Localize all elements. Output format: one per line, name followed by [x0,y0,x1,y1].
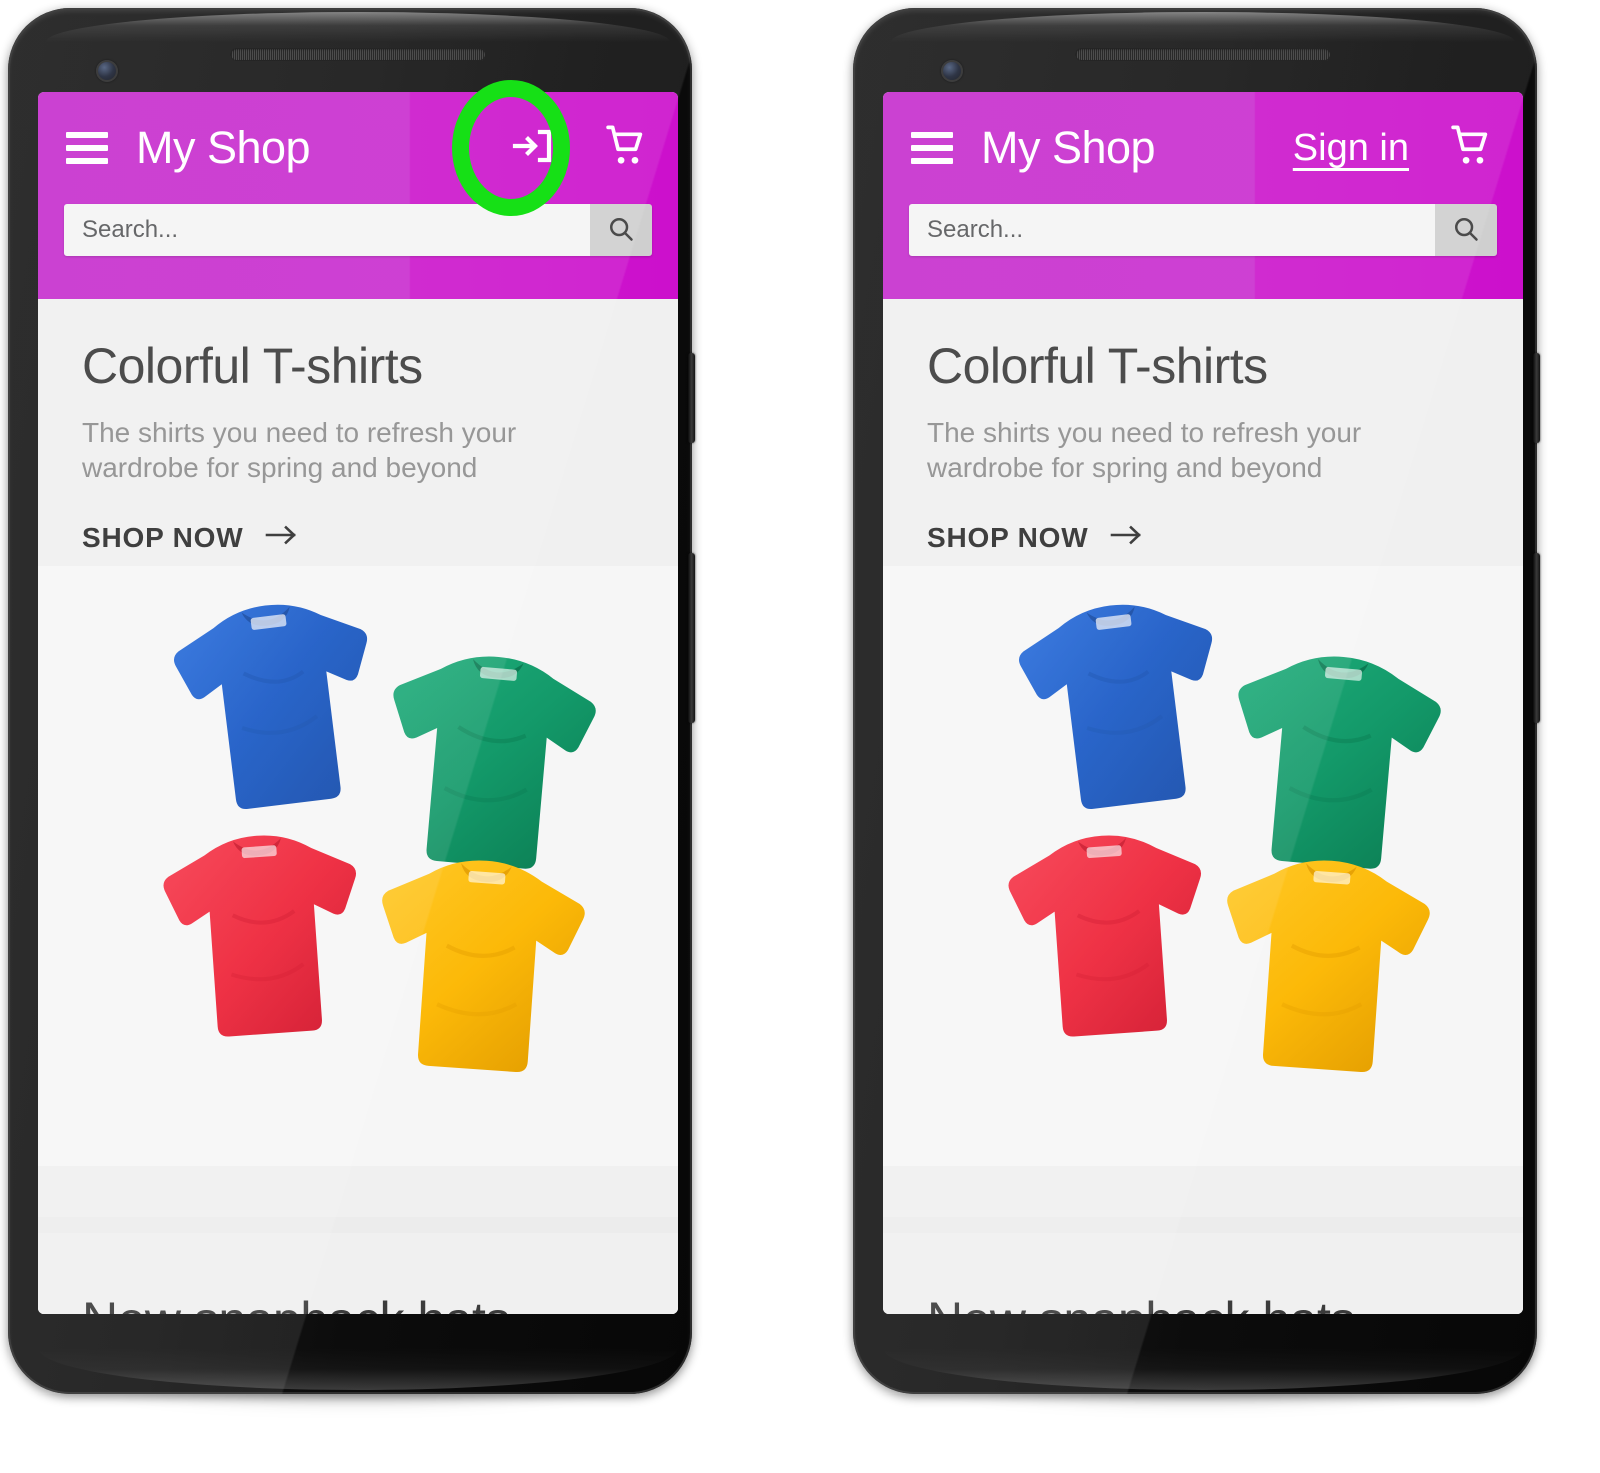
arrow-right-icon [265,521,299,554]
hero-subtitle: The shirts you need to refresh your ward… [82,417,517,483]
hero-product-image [883,566,1523,1167]
device-rim-bottom [38,1348,678,1390]
search-input[interactable] [909,204,1435,256]
shopping-cart-button[interactable] [1439,117,1501,179]
shop-now-label: SHOP NOW [927,521,1089,553]
shopping-cart-icon [599,120,651,177]
phone-screen-right: My Shop Sign in Search... Colorful T-shi… [883,92,1523,1314]
volume-rocker-button[interactable] [1533,553,1540,723]
search-icon [606,214,636,247]
shopping-cart-button[interactable] [594,117,656,179]
snapback-title: New snapback hats [927,1291,1479,1314]
search-submit-button[interactable] [590,204,652,256]
arrow-right-icon [1110,521,1144,554]
phone-device-right: My Shop Sign in Search... Colorful T-shi… [845,8,1553,1448]
app-title: My Shop [136,122,311,173]
hero-product-image [38,566,678,1167]
sign-in-button[interactable] [498,113,568,183]
device-rim-top [891,12,1515,42]
hamburger-menu-icon[interactable] [66,132,108,164]
earpiece-speaker-grille [230,48,486,61]
page-content: Colorful T-shirts The shirts you need to… [38,299,678,1314]
search-input[interactable] [64,204,590,256]
front-camera-icon [941,60,963,82]
device-rim-bottom [883,1348,1523,1390]
page-content: Colorful T-shirts The shirts you need to… [883,299,1523,1314]
phone-screen-left: My Shop Search... Colorful T-shirts The … [38,92,678,1314]
shop-now-label: SHOP NOW [82,521,244,553]
front-camera-icon [96,60,118,82]
phone-device-left: My Shop Search... Colorful T-shirts The … [0,8,708,1448]
login-exit-to-app-icon [509,122,557,175]
hero-subtitle: The shirts you need to refresh your ward… [927,417,1362,483]
shopping-cart-icon [1444,120,1496,177]
search-bar[interactable] [64,204,652,256]
power-button[interactable] [1533,353,1540,443]
device-rim-top [46,12,670,42]
snapback-title: New snapback hats [82,1291,634,1314]
tshirt-red [130,804,398,1076]
device-body: My Shop Search... Colorful T-shirts The … [8,8,708,1394]
app-bar-top-row: My Shop Sign in [883,92,1523,204]
app-bar: My Shop [38,92,678,299]
hero-card: Colorful T-shirts The shirts you need to… [883,299,1523,1217]
device-body: My Shop Sign in Search... Colorful T-shi… [853,8,1553,1394]
hero-title: Colorful T-shirts [82,338,423,394]
sign-in-link[interactable]: Sign in [1289,113,1413,183]
app-bar-top-row: My Shop [38,92,678,204]
sign-in-label: Sign in [1292,126,1409,169]
tshirt-red [975,804,1243,1076]
hero-card: Colorful T-shirts The shirts you need to… [38,299,678,1217]
search-bar[interactable] [909,204,1497,256]
shop-now-link[interactable]: SHOP NOW [38,521,678,554]
app-title: My Shop [981,122,1156,173]
hero-title: Colorful T-shirts [927,338,1268,394]
earpiece-speaker-grille [1075,48,1331,61]
power-button[interactable] [688,353,695,443]
volume-rocker-button[interactable] [688,553,695,723]
search-icon [1451,214,1481,247]
shop-now-link[interactable]: SHOP NOW [883,521,1523,554]
app-bar: My Shop Sign in [883,92,1523,299]
hamburger-menu-icon[interactable] [911,132,953,164]
snapback-card: New snapback hats Dashing, distinctive. … [38,1233,678,1314]
snapback-card: New snapback hats Dashing, distinctive. … [883,1233,1523,1314]
search-submit-button[interactable] [1435,204,1497,256]
comparison-stage: My Shop Search... Colorful T-shirts The … [0,0,1600,1473]
